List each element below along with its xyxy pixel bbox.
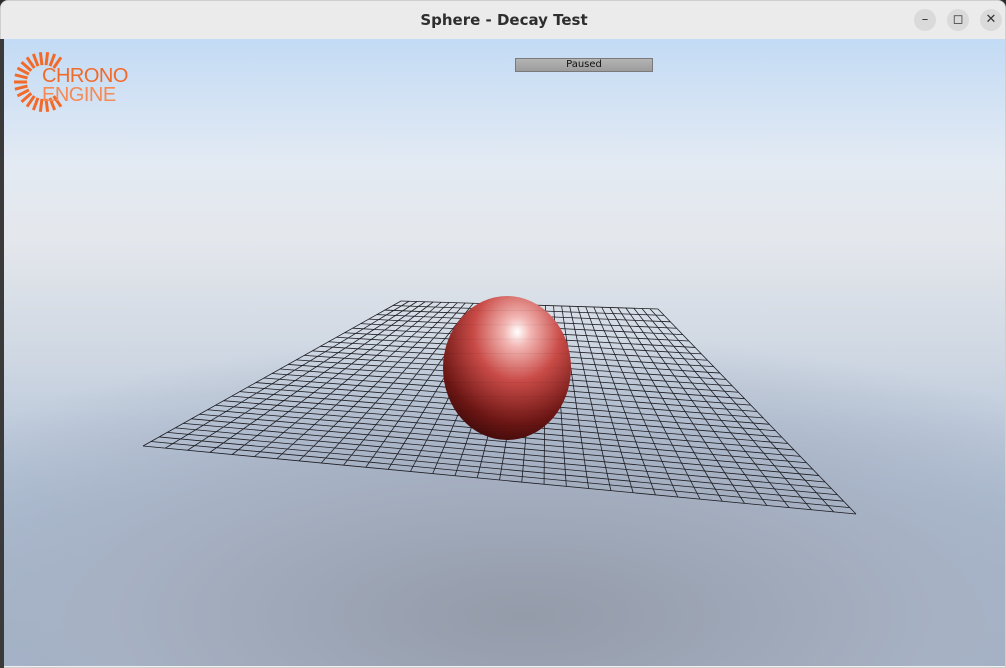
maximize-icon: ◻ xyxy=(952,12,964,27)
title-bar[interactable]: Sphere - Decay Test – ◻ ✕ xyxy=(1,1,1005,40)
render-viewport[interactable]: CHRONO ENGINE Paused xyxy=(4,39,1005,666)
window-title: Sphere - Decay Test xyxy=(420,11,588,29)
scene-3d xyxy=(142,296,857,515)
red-sphere xyxy=(443,296,571,440)
close-icon: ✕ xyxy=(985,12,997,27)
minimize-button[interactable]: – xyxy=(914,9,936,31)
minimize-icon: – xyxy=(921,12,929,27)
close-button[interactable]: ✕ xyxy=(980,9,1002,31)
maximize-button[interactable]: ◻ xyxy=(947,9,969,31)
